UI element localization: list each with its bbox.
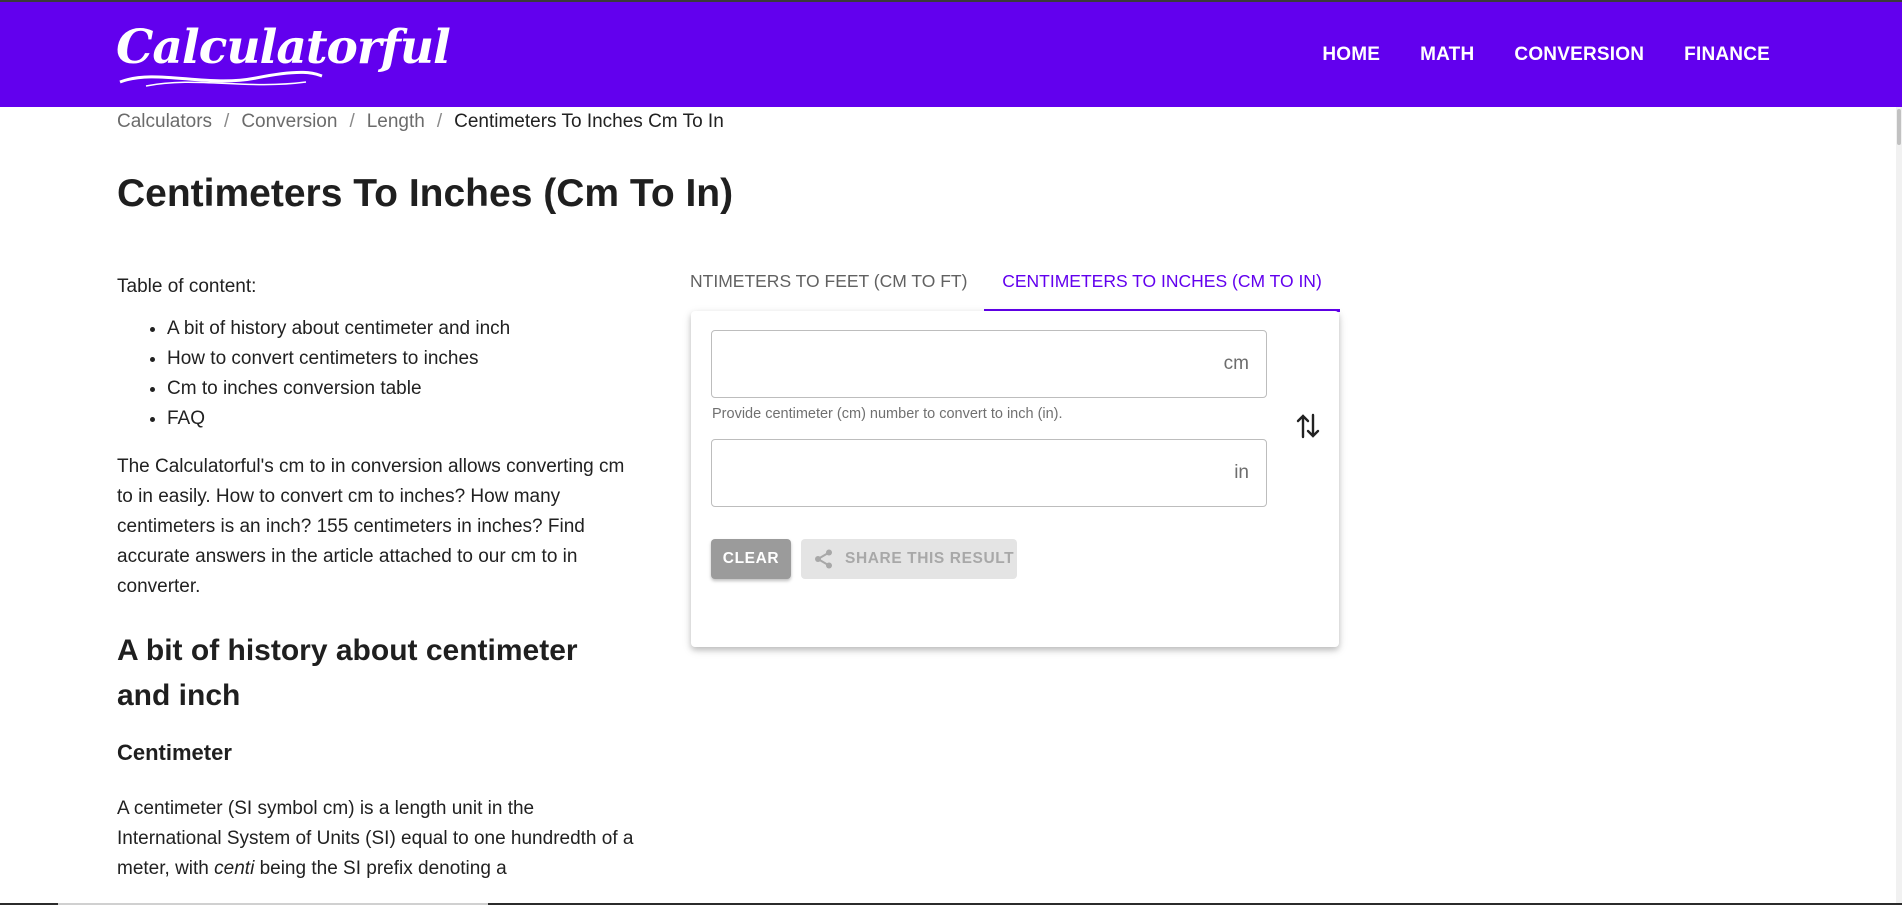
centimeter-unit-label: cm xyxy=(1223,353,1249,374)
main-nav: HOME MATH CONVERSION FINANCE xyxy=(1282,2,1770,107)
scrollbar-thumb[interactable] xyxy=(1897,109,1901,145)
inch-unit-label: in xyxy=(1234,462,1249,483)
share-button-label: SHARE THIS RESULT xyxy=(845,550,1015,567)
site-header: Calculatorful HOME MATH CONVERSION FINAN… xyxy=(0,2,1902,107)
breadcrumb: Calculators / Conversion / Length / Cent… xyxy=(117,111,724,133)
toc-item-conversion-table[interactable]: Cm to inches conversion table xyxy=(167,374,637,404)
centimeter-paragraph: A centimeter (SI symbol cm) is a length … xyxy=(117,794,637,884)
paragraph-text: being the SI prefix denoting a xyxy=(254,858,507,879)
centimeter-hint: Provide centimeter (cm) number to conver… xyxy=(712,406,1063,422)
table-of-contents: A bit of history about centimeter and in… xyxy=(117,314,637,434)
page-scrollbar[interactable] xyxy=(1896,107,1902,905)
breadcrumb-separator: / xyxy=(224,111,230,132)
clear-button[interactable]: CLEAR xyxy=(711,539,791,579)
nav-conversion[interactable]: CONVERSION xyxy=(1514,44,1644,66)
section-heading-history: A bit of history about centimeter and in… xyxy=(117,634,578,712)
nav-home[interactable]: HOME xyxy=(1322,44,1380,66)
breadcrumb-separator: / xyxy=(436,111,443,132)
toc-item-faq[interactable]: FAQ xyxy=(167,404,637,434)
tab-cm-to-in[interactable]: CENTIMETERS TO INCHES (CM TO IN) xyxy=(984,260,1340,312)
toc-title: Table of content: xyxy=(117,276,257,297)
breadcrumb-current: Centimeters To Inches Cm To In xyxy=(454,111,724,132)
article-column: Table of content: A bit of history about… xyxy=(117,272,637,884)
toc-item-how-to-convert[interactable]: How to convert centimeters to inches xyxy=(167,344,637,374)
share-result-button[interactable]: SHARE THIS RESULT xyxy=(801,539,1017,579)
toc-item-history[interactable]: A bit of history about centimeter and in… xyxy=(167,314,637,344)
nav-math[interactable]: MATH xyxy=(1420,44,1474,66)
clear-button-label: CLEAR xyxy=(722,550,780,567)
intro-paragraph: The Calculatorful's cm to in conversion … xyxy=(117,456,625,597)
swap-vertical-icon[interactable] xyxy=(1295,411,1321,441)
share-icon xyxy=(815,549,832,569)
inch-input[interactable] xyxy=(712,440,1208,508)
breadcrumb-conversion[interactable]: Conversion xyxy=(241,111,337,133)
nav-finance[interactable]: FINANCE xyxy=(1684,44,1770,66)
breadcrumb-calculators[interactable]: Calculators xyxy=(117,111,212,133)
breadcrumb-length[interactable]: Length xyxy=(367,111,425,133)
converter-card: cm Provide centimeter (cm) number to con… xyxy=(691,311,1339,647)
subheading-centimeter: Centimeter xyxy=(117,740,232,765)
logo-text: Calculatorful xyxy=(116,20,451,75)
paragraph-emphasis: centi xyxy=(214,858,255,879)
site-logo[interactable]: Calculatorful xyxy=(116,16,451,90)
tab-cm-to-ft[interactable]: NTIMETERS TO FEET (CM TO FT) xyxy=(690,260,967,310)
inch-field[interactable]: in xyxy=(711,439,1267,508)
centimeter-input[interactable] xyxy=(712,331,1208,399)
breadcrumb-separator: / xyxy=(349,111,355,132)
converter-tabs: NTIMETERS TO FEET (CM TO FT) CENTIMETERS… xyxy=(690,260,1340,312)
page-title: Centimeters To Inches (Cm To In) xyxy=(117,172,734,215)
centimeter-field[interactable]: cm xyxy=(711,330,1267,399)
